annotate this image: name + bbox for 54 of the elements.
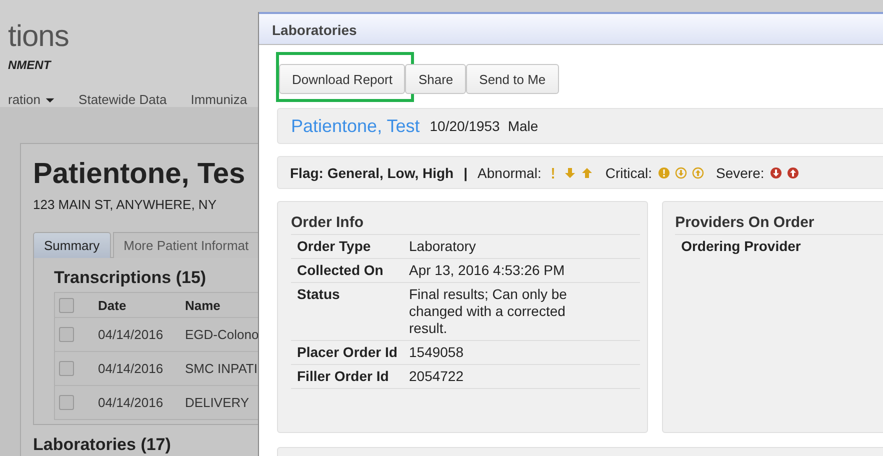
field-label: Placer Order Id [297, 344, 398, 361]
nav-item[interactable]: Statewide Data [78, 92, 167, 107]
nav-item[interactable]: ration [8, 92, 55, 107]
action-button[interactable]: Send to Me [466, 64, 559, 94]
checkbox[interactable] [59, 327, 74, 342]
field-value: Laboratory [409, 238, 477, 255]
down-circle-icon [675, 166, 688, 178]
legend-label: Abnormal: [478, 164, 542, 180]
section-title: Laboratories (17) [33, 435, 172, 455]
panel-title: Order Info [291, 214, 640, 235]
patient-address: 123 MAIN ST, ANYWHERE, NY [33, 197, 218, 212]
table-cell-text: 04/14/2016 [98, 327, 164, 342]
section-title: Transcriptions (15) [54, 268, 208, 288]
up-arrow-icon [581, 166, 594, 178]
checkbox[interactable] [59, 298, 74, 312]
birth-date: 10/20/1953 [430, 118, 500, 134]
legend-label: Severe: [716, 164, 764, 180]
panel-title: Providers On Order [675, 214, 883, 235]
separator: | [464, 164, 468, 180]
table-cell: SMC INPATI [185, 361, 258, 376]
up-circle-icon [787, 166, 800, 178]
down-arrow-icon [564, 166, 576, 178]
column-header: Date [98, 298, 128, 312]
table-cell-text: 04/14/2016 [98, 361, 164, 376]
alert-circle-icon [658, 166, 670, 178]
field-value: 1549058 [409, 344, 465, 361]
action-button[interactable]: Share [405, 64, 466, 94]
up-circle-icon [692, 166, 704, 178]
checkbox[interactable] [59, 361, 74, 376]
brand-subtitle: NMENT [8, 58, 51, 72]
download-button[interactable]: Download Report [279, 64, 406, 94]
field-label: Status [297, 286, 341, 304]
flag-label: Flag: General, Low, High [290, 164, 454, 180]
table-cell: EGD-Colono [185, 327, 259, 342]
tab[interactable]: More Patient Informat [112, 232, 260, 258]
field-label: Collected On [297, 262, 384, 279]
table-cell-text: 04/14/2016 [98, 395, 164, 410]
nav-item[interactable]: Immuniza [190, 92, 248, 107]
field-label: Order Type [297, 238, 372, 255]
checkbox[interactable] [59, 395, 74, 410]
field-label: Filler Order Id [297, 368, 390, 385]
field-value: 2054722 [409, 368, 465, 385]
patient-sex: Male [508, 118, 538, 134]
down-circle-icon [770, 166, 782, 178]
legend-label: Critical: [605, 164, 652, 180]
field-value: Apr 13, 2016 4:53:26 PM [409, 262, 566, 279]
field-value: Final results; Can only be changed with a corrected result. [409, 286, 568, 337]
patient-name: Patientone, Tes [33, 158, 246, 191]
tab[interactable]: Summary [33, 232, 111, 258]
field-label: Ordering Provider [681, 238, 801, 254]
dialog-title: Laboratories [259, 12, 883, 45]
column-header: Name [185, 298, 220, 312]
brand-text: tions [8, 20, 69, 54]
table-cell: DELIVERY [185, 395, 250, 410]
